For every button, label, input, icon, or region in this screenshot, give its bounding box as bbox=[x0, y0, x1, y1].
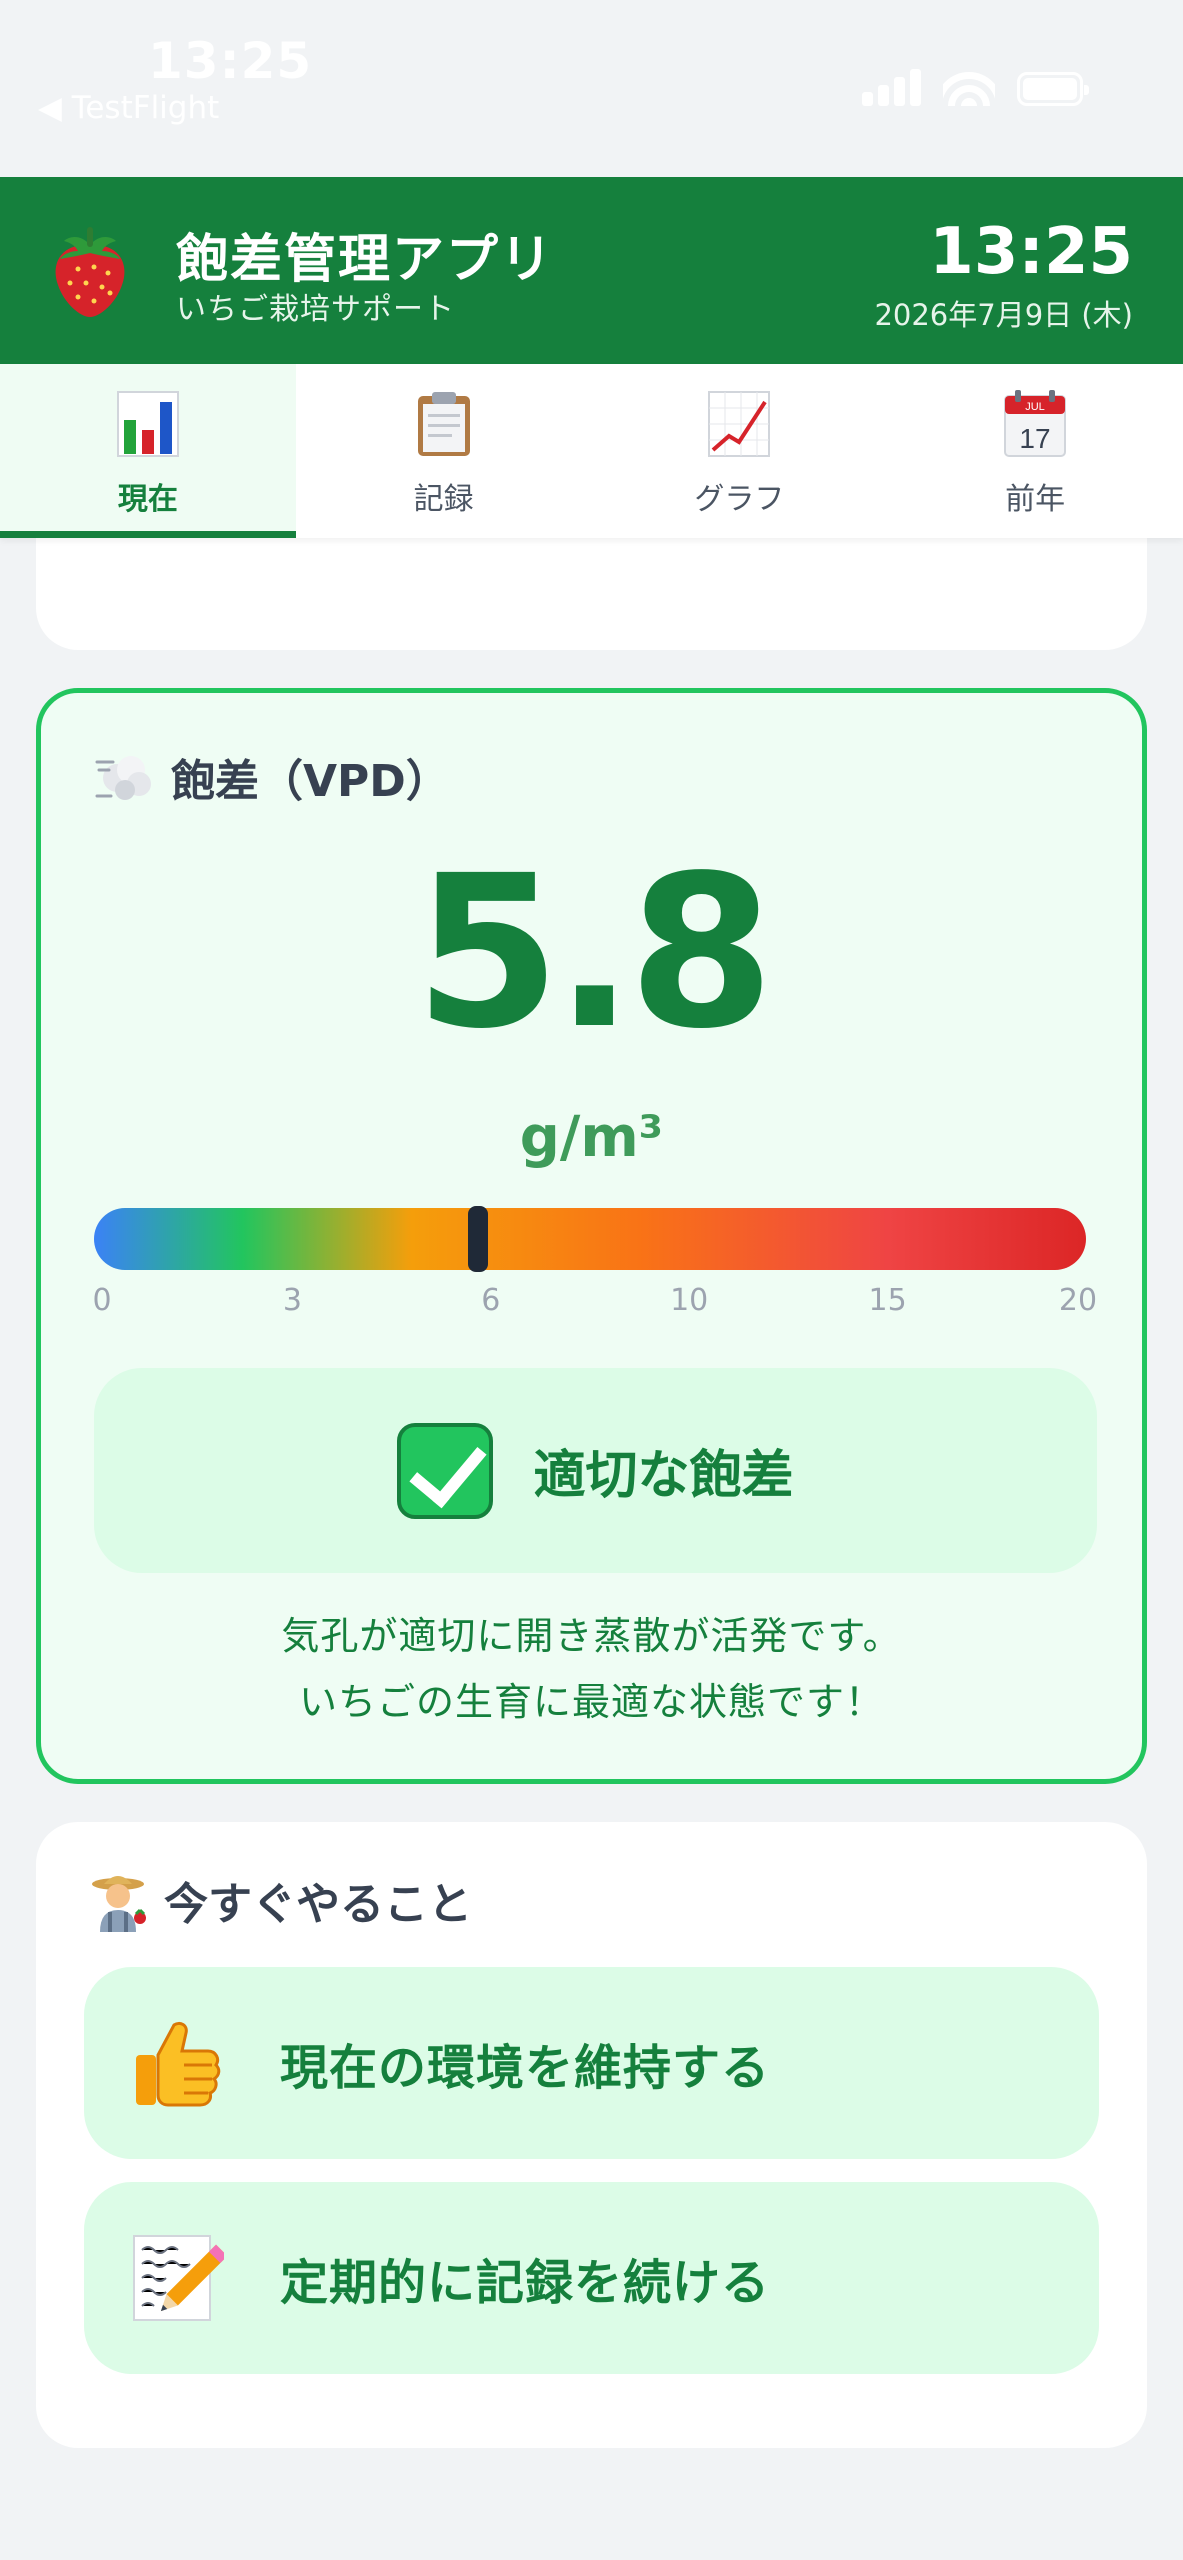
bar-chart-icon bbox=[116, 391, 179, 457]
action-item-record[interactable]: 定期的に記録を続ける bbox=[84, 2182, 1099, 2374]
actions-card: 今すぐやること 現在の環境を維持する 定期的に記録を続ける bbox=[36, 1822, 1147, 2448]
farmer-icon bbox=[92, 1876, 146, 1932]
tab-graph[interactable]: グラフ bbox=[592, 364, 888, 538]
vpd-value: 5.8 bbox=[414, 830, 774, 1075]
wind-icon bbox=[95, 756, 151, 800]
app-title: 飽差管理アプリ bbox=[176, 230, 555, 290]
vpd-title: 飽差（VPD） bbox=[171, 756, 450, 807]
system-status-bar: 13:25 ◀ TestFlight bbox=[0, 0, 1183, 175]
app-subtitle: いちご栽培サポート bbox=[176, 292, 455, 327]
tab-label: グラフ bbox=[694, 482, 785, 517]
gauge-tick-label: 0 bbox=[92, 1283, 112, 1318]
gauge-tick-label: 20 bbox=[1058, 1283, 1098, 1318]
vpd-description: 気孔が適切に開き蒸散が活発です。 いちごの生育に最適な状態です！ bbox=[41, 1603, 1142, 1735]
gauge-tick-label: 15 bbox=[868, 1283, 907, 1318]
clipboard-icon bbox=[417, 392, 470, 456]
tab-bar: 現在 記録 グラフ JUL 17 前年 bbox=[0, 364, 1183, 538]
gauge-tick-label: 10 bbox=[670, 1283, 709, 1318]
vpd-description-line: 気孔が適切に開き蒸散が活発です。 bbox=[281, 1614, 902, 1658]
action-item-maintain[interactable]: 現在の環境を維持する bbox=[84, 1967, 1099, 2159]
tab-last-year[interactable]: JUL 17 前年 bbox=[887, 364, 1183, 538]
back-to-testflight-link[interactable]: ◀ TestFlight bbox=[38, 90, 219, 126]
calendar-day-text: 17 bbox=[1020, 423, 1051, 454]
tab-records[interactable]: 記録 bbox=[296, 364, 592, 538]
tab-label: 現在 bbox=[117, 482, 178, 517]
calendar-month-text: JUL bbox=[1025, 401, 1045, 413]
action-label: 現在の環境を維持する bbox=[280, 2040, 771, 2096]
gauge-tick-label: 6 bbox=[481, 1283, 501, 1318]
tab-current[interactable]: 現在 bbox=[0, 364, 296, 538]
header-clock: 13:25 bbox=[929, 215, 1133, 289]
thumbs-up-icon bbox=[136, 2021, 221, 2107]
app-header: 飽差管理アプリ いちご栽培サポート 13:25 2026年7月9日 (木) bbox=[0, 177, 1183, 364]
check-mark-icon bbox=[397, 1422, 494, 1519]
header-date: 2026年7月9日 (木) bbox=[874, 298, 1133, 332]
strawberry-icon bbox=[55, 227, 125, 317]
memo-icon bbox=[133, 2235, 224, 2321]
vpd-card: 飽差（VPD） 5.8 g/m³ 0 3 6 10 15 20 適切な飽差 気孔が適切に開… bbox=[36, 688, 1147, 1784]
gauge-tick-label: 3 bbox=[282, 1283, 302, 1318]
battery-icon bbox=[1017, 72, 1089, 106]
tab-label: 前年 bbox=[1005, 482, 1066, 517]
vpd-gauge-marker bbox=[467, 1206, 488, 1272]
vpd-status-label: 適切な飽差 bbox=[533, 1446, 794, 1506]
vpd-status-box: 適切な飽差 bbox=[94, 1368, 1097, 1573]
signal-icon bbox=[862, 66, 921, 106]
vpd-unit: g/m³ bbox=[519, 1105, 664, 1170]
actions-title: 今すぐやること bbox=[164, 1879, 472, 1930]
calendar-icon: JUL 17 bbox=[1004, 390, 1067, 457]
line-chart-icon bbox=[708, 391, 771, 457]
vpd-description-line: いちごの生育に最適な状態です！ bbox=[298, 1680, 884, 1724]
wifi-icon bbox=[943, 66, 995, 106]
tab-label: 記録 bbox=[413, 482, 474, 517]
action-label: 定期的に記録を続ける bbox=[280, 2255, 771, 2311]
vpd-gauge bbox=[94, 1206, 1086, 1272]
vpd-gauge-ticks: 0 3 6 10 15 20 bbox=[92, 1283, 1097, 1323]
system-clock: 13:25 bbox=[148, 32, 313, 90]
